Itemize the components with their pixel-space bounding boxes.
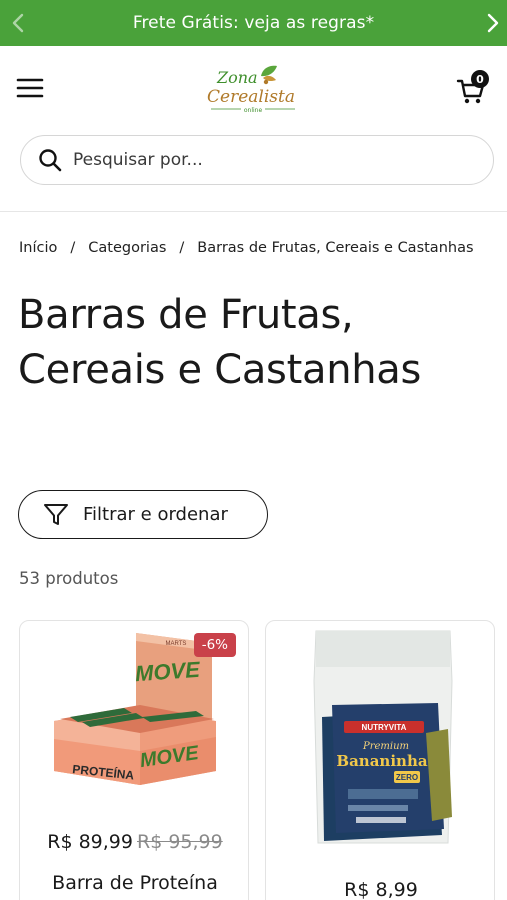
search-bar[interactable] [20, 135, 494, 185]
product-price: R$ 89,99 [47, 831, 133, 853]
product-name[interactable]: Barra de Proteína [20, 872, 248, 894]
leaf-icon [261, 65, 277, 85]
box-maker: MARTS [166, 641, 187, 647]
page-title: Barras de Frutas, Cereais e Castanhas [18, 292, 422, 393]
menu-button[interactable] [14, 76, 46, 104]
pack-zero: ZERO [396, 773, 418, 782]
pack-brand: NUTRYVITA [362, 723, 407, 732]
search-input[interactable] [73, 150, 453, 170]
chevron-left-icon[interactable] [6, 11, 30, 35]
promo-text[interactable]: Frete Grátis: veja as regras* [133, 13, 374, 33]
product-image[interactable]: NUTRYVITA Premium Bananinha ZERO [266, 621, 494, 844]
product-old-price: R$ 95,99 [137, 831, 223, 853]
pack-line2: Bananinha [336, 752, 427, 770]
breadcrumb-home[interactable]: Início [19, 240, 57, 256]
breadcrumb: Início / Categorias / Barras de Frutas, … [19, 240, 474, 256]
chevron-right-icon[interactable] [481, 11, 505, 35]
pack-line1: Premium [362, 741, 409, 752]
discount-badge: -6% [193, 633, 236, 657]
promo-bar[interactable]: Frete Grátis: veja as regras* [0, 0, 507, 46]
logo-line2: Cerealista [207, 87, 295, 107]
header-divider [0, 211, 507, 212]
site-header: Zona Cerealista online 0 [0, 46, 507, 132]
filter-icon [43, 502, 69, 528]
search-icon[interactable] [37, 147, 63, 173]
logo-line3: online [244, 107, 263, 114]
box-brand-back: MOVE [134, 657, 202, 687]
breadcrumb-categories[interactable]: Categorias [88, 240, 166, 256]
product-card[interactable]: NUTRYVITA Premium Bananinha ZERO R$ 8,99 [265, 620, 495, 900]
breadcrumb-separator: / [70, 240, 76, 256]
product-card[interactable]: MOVE MARTS PROTEÍNA MOVE -6% R$ 89,99 R$ … [19, 620, 249, 900]
product-count: 53 produtos [19, 569, 119, 588]
product-price: R$ 8,99 [344, 879, 418, 900]
cart-button[interactable]: 0 [454, 70, 496, 110]
site-logo[interactable]: Zona Cerealista online [203, 62, 307, 120]
hamburger-icon [16, 77, 44, 103]
product-prices: R$ 89,99 R$ 95,99 [20, 831, 248, 853]
logo-line1: Zona [216, 68, 258, 87]
cart-count-badge: 0 [471, 70, 489, 88]
product-prices: R$ 8,99 [266, 879, 494, 900]
filter-sort-button[interactable]: Filtrar e ordenar [18, 490, 268, 539]
filter-sort-label: Filtrar e ordenar [83, 504, 228, 525]
breadcrumb-separator: / [179, 240, 185, 256]
breadcrumb-current: Barras de Frutas, Cereais e Castanhas [197, 240, 474, 256]
